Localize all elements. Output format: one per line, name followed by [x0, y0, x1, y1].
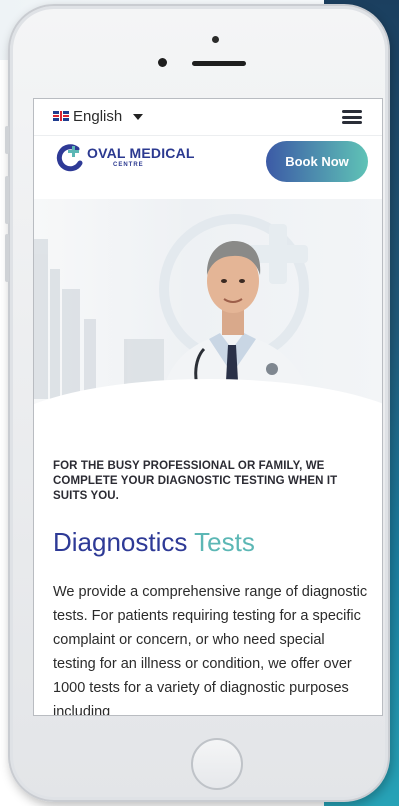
phone-screen: English OVAL MEDICAL CENTRE Book Now FOR…	[33, 98, 383, 716]
home-button[interactable]	[191, 738, 243, 790]
section-title-secondary: Tests	[194, 527, 255, 557]
language-bar: English	[34, 99, 382, 136]
volume-down-button	[5, 234, 9, 282]
tagline: FOR THE BUSY PROFESSIONAL OR FAMILY, WE …	[53, 460, 338, 502]
volume-up-button	[5, 176, 9, 224]
book-now-button[interactable]: Book Now	[266, 141, 368, 182]
front-sensor	[212, 36, 219, 43]
logo-name[interactable]: OVAL MEDICAL	[87, 145, 195, 161]
hamburger-menu-icon[interactable]	[342, 110, 362, 124]
uk-flag-icon	[53, 111, 69, 121]
site-header: OVAL MEDICAL CENTRE Book Now	[34, 135, 382, 191]
logo-subtitle: CENTRE	[113, 162, 144, 168]
main-content: FOR THE BUSY PROFESSIONAL OR FAMILY, WE …	[53, 459, 368, 716]
hero-image	[34, 199, 382, 414]
section-title-primary: Diagnostics	[53, 527, 188, 557]
earpiece-speaker	[192, 61, 246, 66]
body-paragraph: We provide a comprehensive range of diag…	[53, 584, 368, 716]
logo-icon[interactable]	[55, 143, 85, 173]
caret-down-icon[interactable]	[133, 114, 143, 120]
section-title: Diagnostics Tests	[53, 526, 368, 558]
language-selector[interactable]: English	[73, 108, 122, 125]
front-camera	[158, 58, 167, 67]
mute-switch	[5, 126, 9, 154]
